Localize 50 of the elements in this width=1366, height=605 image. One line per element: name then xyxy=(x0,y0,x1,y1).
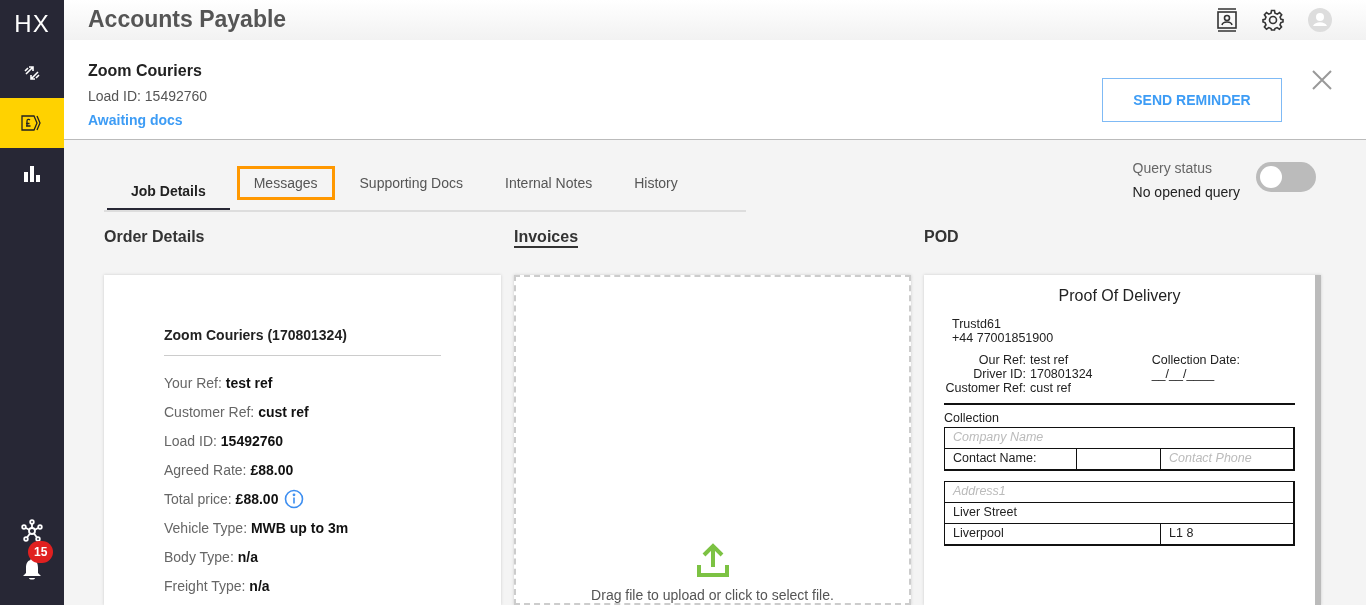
query-status-label: Query status xyxy=(1132,160,1213,176)
detail-field: Customer Ref: cust ref xyxy=(164,403,309,420)
table-cell: Contact Phone xyxy=(1160,448,1294,470)
app-logo[interactable]: HX xyxy=(0,0,64,48)
upload-icon xyxy=(696,543,729,577)
ref-value: test ref xyxy=(1030,353,1070,367)
detail-field: Load ID: 15492760 xyxy=(164,432,284,449)
section-heading[interactable]: Invoices xyxy=(514,228,579,248)
sender-line: Trustd61 xyxy=(952,317,1002,331)
bar-chart-icon xyxy=(23,164,41,182)
info-icon[interactable] xyxy=(284,488,305,509)
load-id: Load ID: 15492760 xyxy=(88,87,209,104)
detail-field: Agreed Rate: £88.00 xyxy=(164,461,294,478)
table-cell: L1 8 xyxy=(1160,523,1294,545)
upload-hint: Drag file to upload or click to select file. xyxy=(591,587,834,603)
ref-label: Our Ref: xyxy=(977,353,1026,367)
tab[interactable]: Job Details xyxy=(104,152,233,210)
tab[interactable]: Messages xyxy=(236,166,335,200)
ref-extra: __/__/____ xyxy=(1151,367,1216,381)
order-title: Zoom Couriers (170801324) xyxy=(164,327,441,356)
ref-label: Driver ID: xyxy=(972,367,1026,381)
tab[interactable]: Supporting Docs xyxy=(342,166,481,200)
detail-field: Freight Type: n/a xyxy=(164,577,270,594)
notification-badge: 15 xyxy=(28,541,54,563)
contact-card-icon[interactable] xyxy=(1216,7,1238,32)
bell-icon[interactable] xyxy=(21,557,43,581)
settings-icon[interactable] xyxy=(1262,8,1284,31)
pound-tag-icon xyxy=(21,114,43,132)
network-icon[interactable] xyxy=(20,519,44,543)
detail-field: Your Ref: test ref xyxy=(164,374,273,391)
section-heading: Order Details xyxy=(104,228,205,247)
company-name: Zoom Couriers xyxy=(88,61,203,80)
document-title: Proof Of Delivery xyxy=(1057,287,1182,305)
section-label: Collection xyxy=(944,411,1000,425)
ref-value: 170801324 xyxy=(1030,367,1094,381)
page-title: Accounts Payable xyxy=(88,6,288,34)
detail-field: Total price: £88.00 xyxy=(164,490,279,507)
sender-line: +44 77001851900 xyxy=(952,331,1055,345)
ref-label: Customer Ref: xyxy=(944,381,1026,395)
detail-field: Vehicle Type: MWB up to 3m xyxy=(164,519,349,536)
transfer-icon xyxy=(22,63,42,83)
query-toggle[interactable] xyxy=(1256,162,1316,192)
section-heading: POD xyxy=(924,228,959,247)
ref-value: cust ref xyxy=(1030,381,1072,395)
tab[interactable]: History xyxy=(617,166,695,200)
ref-extra: Collection Date: xyxy=(1151,353,1241,367)
detail-field: Body Type: n/a xyxy=(164,548,258,565)
upload-dropzone[interactable]: Drag file to upload or click to select file. xyxy=(514,275,911,605)
query-status-value: No opened query xyxy=(1132,184,1240,200)
tab[interactable]: Internal Notes xyxy=(488,166,610,200)
